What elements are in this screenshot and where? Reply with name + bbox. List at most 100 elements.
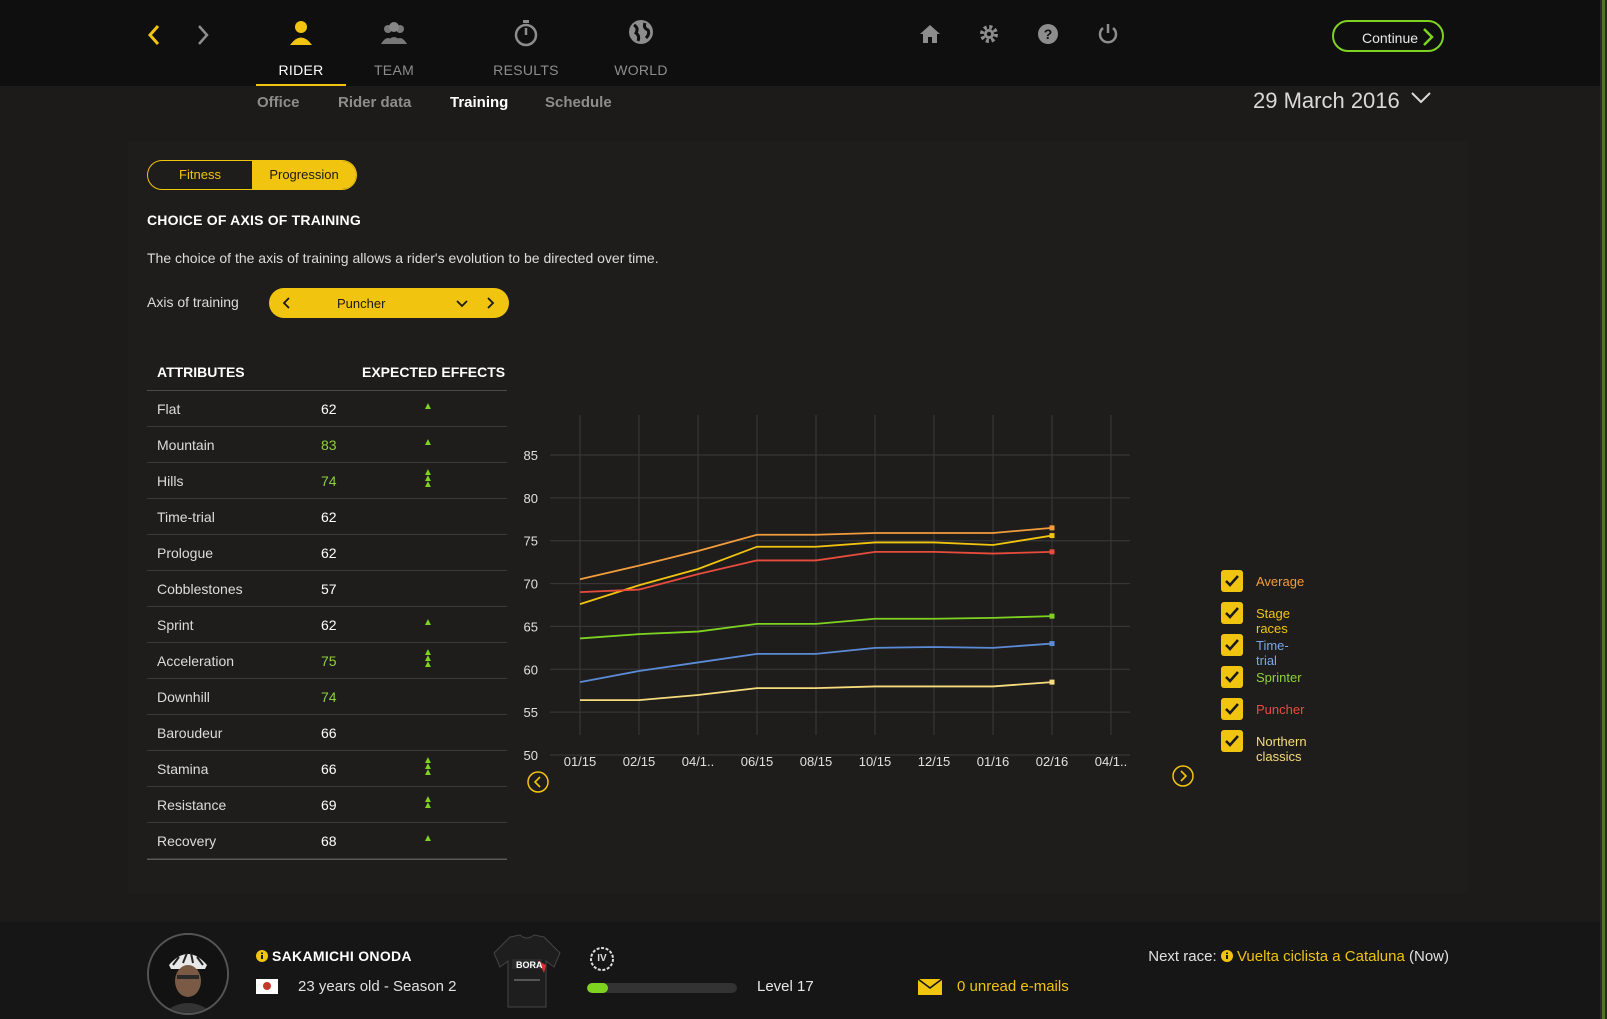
tab-results-label: RESULTS <box>493 62 559 78</box>
rider-avatar[interactable] <box>147 933 229 1015</box>
attribute-value: 66 <box>321 725 337 741</box>
attribute-value: 75 <box>321 653 337 669</box>
table-row: Flat 62 ▲ <box>147 391 507 427</box>
attribute-value: 69 <box>321 797 337 813</box>
table-row: Sprint 62 ▲ <box>147 607 507 643</box>
attribute-name: Resistance <box>157 797 227 813</box>
subtab-office[interactable]: Office <box>257 94 300 111</box>
toggle-progression[interactable]: Progression <box>252 161 356 189</box>
legend-label: Puncher <box>1256 702 1305 717</box>
help-icon[interactable]: ? <box>1036 22 1060 46</box>
attribute-name: Cobblestones <box>157 581 243 597</box>
series-endpoint <box>1049 679 1055 685</box>
level-progress-bar <box>587 983 737 993</box>
attribute-name: Mountain <box>157 437 215 453</box>
tab-world-label: WORLD <box>614 62 668 78</box>
level-badge-text: IV <box>597 953 607 964</box>
attribute-value: 83 <box>321 437 337 453</box>
axis-value: Puncher <box>337 296 386 311</box>
continue-button[interactable]: Continue <box>1332 20 1444 52</box>
x-tick-label: 01/16 <box>977 754 1010 769</box>
attribute-value: 68 <box>321 833 337 849</box>
next-race: Next race: Vuelta ciclista a Cataluna (N… <box>1148 948 1449 965</box>
next-race-status: (Now) <box>1409 948 1449 965</box>
subtab-schedule[interactable]: Schedule <box>545 94 612 111</box>
table-row: Resistance 69 ▲ ▲ <box>147 787 507 823</box>
rider-age-season: 23 years old - Season 2 <box>298 978 457 995</box>
attribute-value: 66 <box>321 761 337 777</box>
next-race-label: Next race: <box>1148 948 1217 965</box>
tab-team[interactable]: TEAM <box>362 18 426 86</box>
expected-effect-icon: ▲ ▲ <box>423 794 433 811</box>
table-row: Acceleration 75 ▲ ▲ ▲ <box>147 643 507 679</box>
home-icon[interactable] <box>918 22 942 46</box>
chevron-down-icon[interactable] <box>456 297 468 309</box>
toggle-fitness[interactable]: Fitness <box>148 161 252 189</box>
chevron-right-icon[interactable] <box>484 297 496 309</box>
subtab-training[interactable]: Training <box>450 94 508 111</box>
progression-chart: 50 55 60 65 70 75 80 85 01/15 02/15 04/1.. 06/15 08/… <box>520 415 1160 800</box>
info-icon <box>256 950 268 962</box>
chart-prev-button[interactable] <box>527 771 549 793</box>
checkbox-icon[interactable] <box>1221 602 1243 624</box>
chevron-left-icon[interactable] <box>281 297 293 309</box>
next-race-link[interactable]: Vuelta ciclista a Cataluna <box>1237 948 1405 965</box>
expected-effect-icon: ▲ ▲ ▲ <box>423 467 433 490</box>
x-tick-label: 02/16 <box>1036 754 1069 769</box>
continue-label: Continue <box>1362 30 1419 46</box>
tab-rider[interactable]: RIDER <box>256 18 346 86</box>
y-tick-label: 85 <box>524 448 538 463</box>
attribute-name: Sprint <box>157 617 194 633</box>
checkbox-icon[interactable] <box>1221 698 1243 720</box>
checkbox-icon[interactable] <box>1221 570 1243 592</box>
table-row: Mountain 83 ▲ <box>147 427 507 463</box>
series-endpoint <box>1049 613 1055 619</box>
checkbox-icon[interactable] <box>1221 634 1243 656</box>
x-tick-label: 01/15 <box>564 754 597 769</box>
jersey-icon <box>493 934 561 1008</box>
legend-label: Average <box>1256 574 1305 589</box>
table-row: Time-trial 62 <box>147 499 507 535</box>
table-row: Cobblestones 57 <box>147 571 507 607</box>
subtab-rider-data[interactable]: Rider data <box>338 94 411 111</box>
mail-notification[interactable]: 0 unread e-mails <box>917 978 1069 1001</box>
tab-rider-label: RIDER <box>278 62 324 78</box>
scrollbar[interactable] <box>1600 0 1607 1019</box>
back-arrow-icon[interactable] <box>142 22 168 48</box>
table-row: Baroudeur 66 <box>147 715 507 751</box>
table-row: Recovery 68 ▲ <box>147 823 507 859</box>
expected-effect-icon: ▲ <box>423 833 433 844</box>
y-tick-label: 75 <box>524 534 538 549</box>
x-tick-label: 02/15 <box>623 754 656 769</box>
tab-team-label: TEAM <box>373 62 415 78</box>
power-icon[interactable] <box>1096 22 1120 46</box>
x-tick-label: 08/15 <box>800 754 833 769</box>
team-jersey: BORA <box>492 933 562 1009</box>
x-tick-label: 12/15 <box>918 754 951 769</box>
expected-effect-icon: ▲ ▲ ▲ <box>423 647 433 670</box>
attribute-value: 62 <box>321 617 337 633</box>
current-date: 29 March 2016 <box>1253 88 1400 113</box>
attribute-value: 62 <box>321 401 337 417</box>
tab-world[interactable]: WORLD <box>612 18 670 86</box>
checkbox-icon[interactable] <box>1221 730 1243 752</box>
stopwatch-icon <box>514 20 538 47</box>
date-selector[interactable]: 29 March 2016 <box>1253 88 1432 114</box>
axis-of-training-select[interactable]: Puncher <box>269 288 509 318</box>
checkbox-icon[interactable] <box>1221 666 1243 688</box>
tab-results[interactable]: RESULTS <box>488 18 564 86</box>
attribute-value: 62 <box>321 509 337 525</box>
level-progress-fill <box>587 983 608 993</box>
chevron-right-icon <box>1423 28 1434 46</box>
legend-label: Time-trial <box>1256 638 1289 668</box>
x-tick-label: 04/1.. <box>1095 754 1128 769</box>
forward-arrow-icon[interactable] <box>190 22 216 48</box>
attribute-name: Recovery <box>157 833 217 849</box>
gear-icon[interactable] <box>977 22 1001 46</box>
chart-next-button[interactable] <box>1172 765 1194 787</box>
expected-effect-icon: ▲ ▲ ▲ <box>423 755 433 778</box>
series-endpoint <box>1049 549 1055 555</box>
footer-bar <box>0 922 1607 1019</box>
attribute-name: Baroudeur <box>157 725 223 741</box>
attribute-value: 62 <box>321 545 337 561</box>
